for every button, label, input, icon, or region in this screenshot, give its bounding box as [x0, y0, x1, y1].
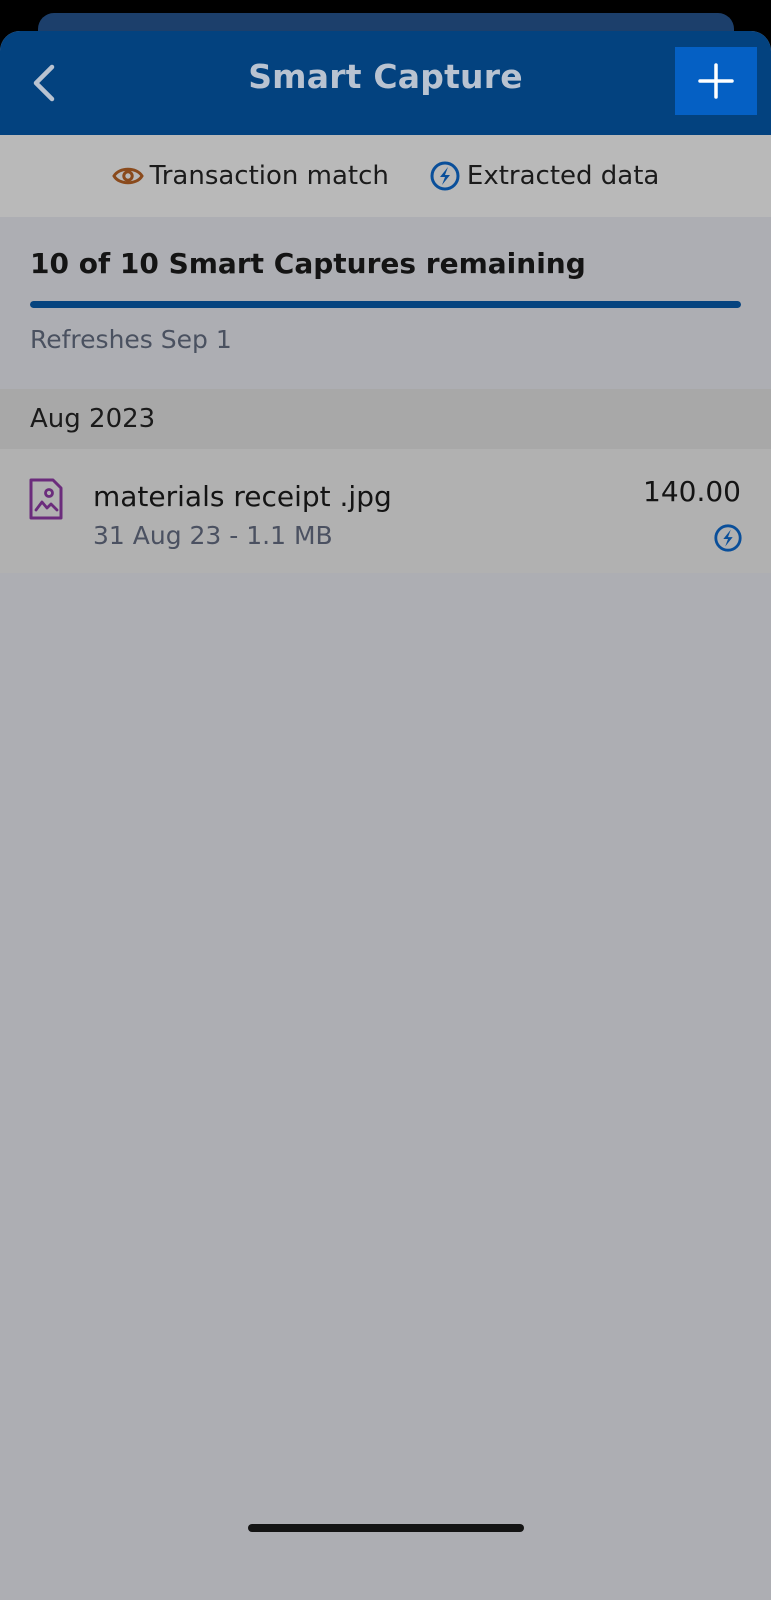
- lightning-circle-icon: [430, 161, 460, 191]
- legend-bar: Transaction match Extracted data: [0, 135, 771, 217]
- legend-transaction-match-label: Transaction match: [149, 161, 389, 191]
- quota-title: 10 of 10 Smart Captures remaining: [30, 247, 586, 280]
- smart-capture-sheet: Smart Capture Transaction match Extracte…: [0, 31, 771, 1600]
- quota-section: 10 of 10 Smart Captures remaining Refres…: [0, 217, 771, 389]
- legend-transaction-match: Transaction match: [111, 161, 389, 191]
- section-header-aug-2023: Aug 2023: [0, 389, 771, 449]
- home-indicator[interactable]: [248, 1524, 524, 1532]
- amount: 140.00: [643, 475, 741, 508]
- screen: Smart Capture Transaction match Extracte…: [0, 0, 771, 1600]
- list-item[interactable]: materials receipt .jpg 31 Aug 23 - 1.1 M…: [0, 449, 771, 573]
- legend-extracted-data-label: Extracted data: [466, 161, 660, 191]
- refresh-date: Refreshes Sep 1: [30, 325, 232, 354]
- header-bar: Smart Capture: [0, 31, 771, 135]
- quota-progress-bar: [30, 301, 741, 308]
- lightning-circle-icon: [714, 524, 742, 552]
- file-meta: 31 Aug 23 - 1.1 MB: [93, 521, 333, 550]
- add-capture-button[interactable]: [675, 47, 757, 115]
- page-title: Smart Capture: [248, 57, 523, 96]
- legend-extracted-data: Extracted data: [429, 160, 659, 192]
- eye-icon: [111, 167, 144, 185]
- file-name: materials receipt .jpg: [93, 480, 392, 513]
- image-file-icon: [29, 478, 63, 520]
- plus-icon: [698, 63, 734, 99]
- quota-progress-fill: [30, 301, 741, 308]
